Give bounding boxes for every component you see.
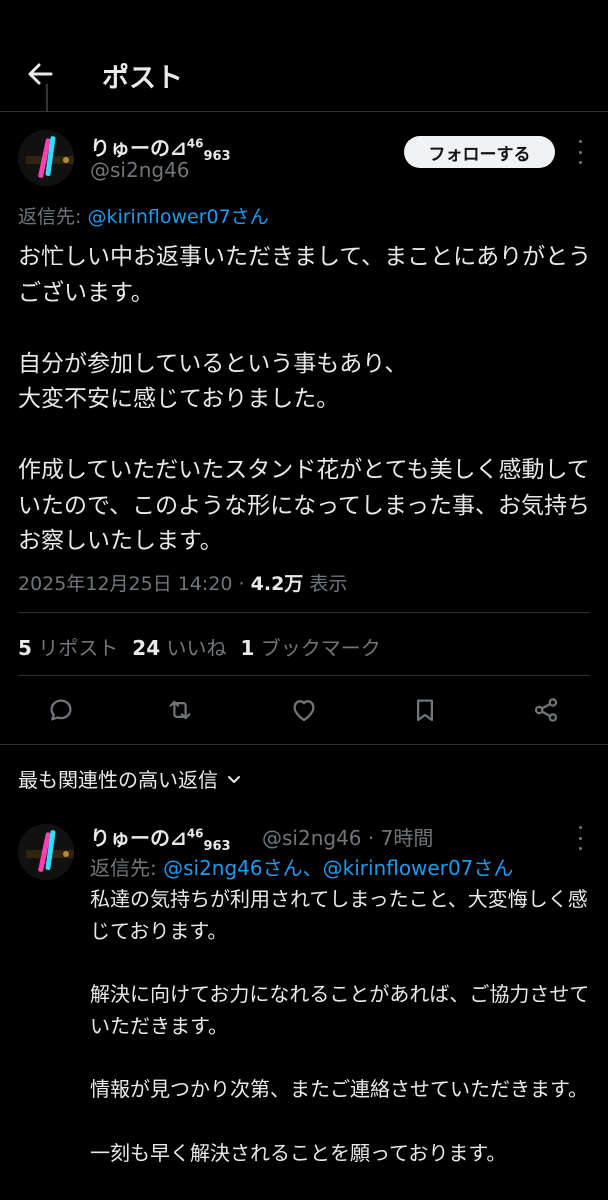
- reply-text: 私達の気持ちが利用されてしまったこと、大変悔しく感じております。 解決に向けてお…: [90, 887, 590, 1165]
- bookmark-stat[interactable]: 1 ブックマーク: [240, 636, 380, 660]
- avatar[interactable]: [18, 130, 74, 186]
- divider: [18, 612, 590, 613]
- repost-icon[interactable]: [165, 695, 195, 725]
- avatar[interactable]: [18, 824, 74, 880]
- more-options-icon[interactable]: [573, 826, 587, 850]
- replying-to: 返信先: @kirinflower07さん: [18, 206, 269, 228]
- reply-replying-to: 返信先: @si2ng46さん、@kirinflower07さん: [90, 856, 514, 880]
- follow-button[interactable]: フォローする: [404, 136, 555, 168]
- chevron-down-icon: [228, 775, 240, 783]
- timestamp[interactable]: 2025年12月25日 14:20 ·: [18, 573, 251, 595]
- bookmark-icon[interactable]: [410, 695, 440, 725]
- reply-icon[interactable]: [46, 695, 76, 725]
- like-icon[interactable]: [289, 695, 319, 725]
- like-stat[interactable]: 24 いいね: [132, 636, 226, 660]
- more-options-icon[interactable]: [573, 140, 587, 164]
- engagement-stats: 5 リポスト 24 いいね 1 ブックマーク: [18, 632, 381, 661]
- divider: [18, 675, 590, 676]
- tweet-text: お忙しい中お返事いただきまして、まことにありがとうございます。 自分が参加してい…: [18, 244, 592, 554]
- reply-handle-time[interactable]: @si2ng46 · 7時間: [262, 822, 433, 851]
- user-handle[interactable]: @si2ng46: [90, 158, 190, 182]
- share-icon[interactable]: [531, 695, 561, 725]
- reply-sort-selector[interactable]: 最も関連性の高い返信: [18, 764, 242, 793]
- top-bar: ポスト: [0, 0, 608, 112]
- tweet-meta: 2025年12月25日 14:20 · 4.2万 表示: [18, 573, 348, 595]
- mention-link[interactable]: @kirinflower07さん: [87, 206, 268, 228]
- page-title: ポスト: [102, 63, 183, 94]
- back-arrow-icon[interactable]: [24, 58, 56, 90]
- thread-line: [46, 84, 48, 112]
- repost-stat[interactable]: 5 リポスト: [18, 636, 118, 660]
- reply-display-name[interactable]: りゅーの⊿46963: [90, 822, 231, 854]
- mention-link[interactable]: @si2ng46さん、@kirinflower07さん: [163, 856, 513, 880]
- view-count: 4.2万: [250, 573, 304, 595]
- section-divider: [0, 744, 608, 745]
